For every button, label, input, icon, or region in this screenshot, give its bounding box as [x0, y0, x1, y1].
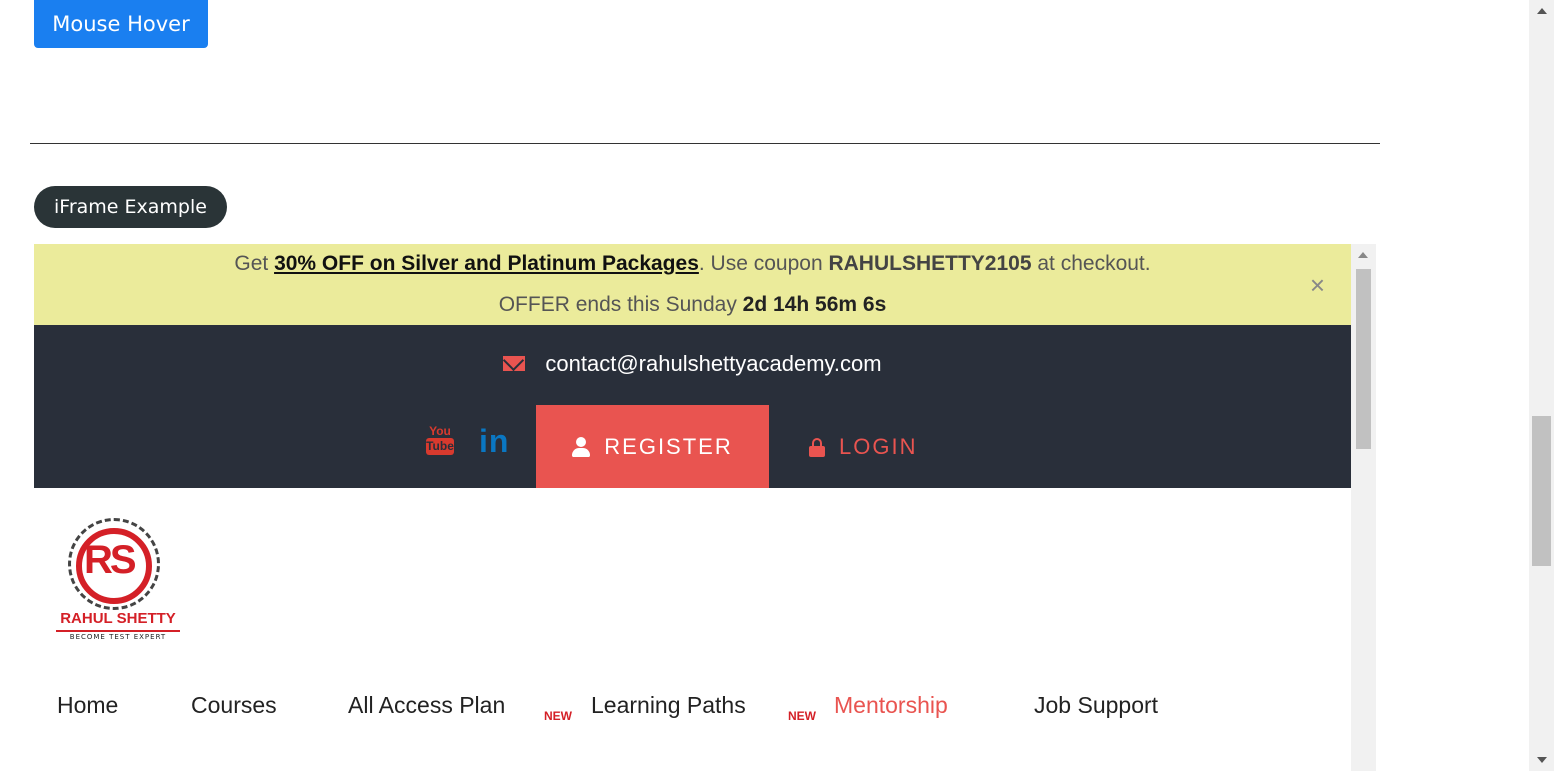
- new-badge: NEW: [544, 709, 572, 723]
- close-icon[interactable]: ×: [1310, 270, 1325, 301]
- courses-iframe[interactable]: Get 30% OFF on Silver and Platinum Packa…: [34, 244, 1376, 771]
- countdown-timer: 2d 14h 56m 6s: [742, 293, 887, 316]
- nav-item-home[interactable]: Home: [57, 692, 118, 719]
- youtube-icon[interactable]: You Tube: [426, 425, 454, 459]
- lock-icon: [809, 437, 825, 457]
- user-icon: [572, 436, 591, 457]
- page-scrollbar[interactable]: [1529, 0, 1554, 771]
- login-button[interactable]: LOGIN: [809, 405, 949, 488]
- coupon-code: RAHULSHETTY2105: [828, 252, 1032, 275]
- offer-line: OFFER ends this Sunday 2d 14h 56m 6s: [498, 293, 887, 316]
- nav-item-mentorship[interactable]: Mentorship: [834, 692, 948, 719]
- new-badge: NEW: [788, 709, 816, 723]
- scroll-down-icon[interactable]: [1537, 757, 1547, 763]
- scroll-up-icon[interactable]: [1358, 252, 1368, 258]
- promo-banner: Get 30% OFF on Silver and Platinum Packa…: [34, 244, 1351, 325]
- contact-email[interactable]: contact@rahulshettyacademy.com: [34, 351, 1351, 377]
- linkedin-icon[interactable]: in: [479, 423, 509, 460]
- iframe-scrollbar-thumb[interactable]: [1356, 269, 1371, 449]
- nav-item-learning-paths[interactable]: Learning Paths: [591, 692, 746, 719]
- academy-logo[interactable]: RS RAHUL SHETTY BECOME TEST EXPERT: [56, 516, 180, 642]
- mouse-hover-label: Mouse Hover: [52, 12, 190, 36]
- nav-item-all-access-plan[interactable]: All Access Plan: [348, 692, 505, 719]
- register-button[interactable]: REGISTER: [536, 405, 769, 488]
- top-bar: contact@rahulshettyacademy.com You Tube …: [34, 325, 1351, 488]
- nav-item-courses[interactable]: Courses: [191, 692, 277, 719]
- scroll-up-icon[interactable]: [1537, 8, 1547, 14]
- page-scrollbar-thumb[interactable]: [1532, 416, 1551, 566]
- iframe-scrollbar[interactable]: [1351, 244, 1376, 771]
- promo-line: Get 30% OFF on Silver and Platinum Packa…: [234, 252, 1151, 275]
- nav-item-job-support[interactable]: Job Support: [1034, 692, 1158, 719]
- section-divider: [30, 143, 1380, 144]
- iframe-example-legend: iFrame Example: [34, 186, 227, 228]
- envelope-icon: [503, 355, 526, 371]
- promo-link[interactable]: 30% OFF on Silver and Platinum Packages: [274, 252, 699, 275]
- mouse-hover-button[interactable]: Mouse Hover: [34, 0, 208, 48]
